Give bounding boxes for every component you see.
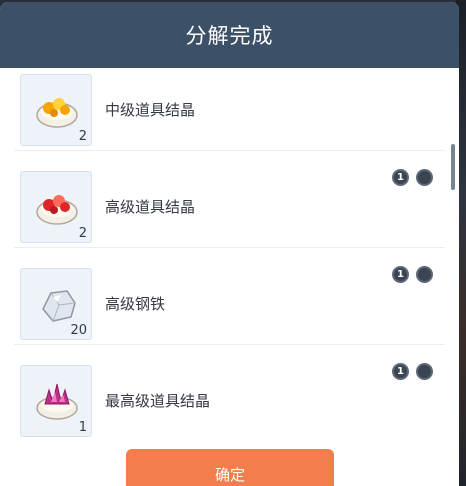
list-item: 2 高级道具结晶 1 xyxy=(14,151,445,248)
lock-badge-icon xyxy=(416,363,433,380)
dialog-header: 分解完成 xyxy=(0,2,459,68)
count-badge-icon: 1 xyxy=(392,266,409,283)
item-name: 高级钢铁 xyxy=(105,295,166,313)
item-quantity: 2 xyxy=(78,226,87,241)
list-item: 1 最高级道具结晶 1 xyxy=(14,345,445,438)
lock-badge-icon xyxy=(416,169,433,186)
result-item-list[interactable]: 2 中级道具结晶 2 高级道具结晶 1 20 高级钢铁 1 1 最高级道具结晶 … xyxy=(0,68,459,438)
confirm-button[interactable]: 确定 xyxy=(126,449,334,486)
dialog-title: 分解完成 xyxy=(185,24,274,48)
list-item: 2 中级道具结晶 xyxy=(14,68,445,151)
list-item: 20 高级钢铁 1 xyxy=(14,248,445,345)
item-quantity: 1 xyxy=(78,420,87,435)
item-name: 中级道具结晶 xyxy=(105,101,196,119)
count-badge-icon: 1 xyxy=(392,169,409,186)
item-name: 最高级道具结晶 xyxy=(105,392,211,410)
item-thumbnail[interactable]: 20 xyxy=(20,268,92,340)
item-thumbnail[interactable]: 1 xyxy=(20,365,92,437)
item-thumbnail[interactable]: 2 xyxy=(20,74,92,146)
item-badges: 1 xyxy=(392,266,433,283)
item-quantity: 20 xyxy=(70,323,87,338)
item-quantity: 2 xyxy=(78,129,87,144)
item-badges: 1 xyxy=(392,169,433,186)
item-thumbnail[interactable]: 2 xyxy=(20,171,92,243)
item-name: 高级道具结晶 xyxy=(105,198,196,216)
list-scrollbar[interactable] xyxy=(451,144,455,190)
disassemble-result-dialog: 分解完成 2 中级道具结晶 2 高级道具结晶 1 20 高级钢铁 1 1 最高级… xyxy=(0,2,459,486)
lock-badge-icon xyxy=(416,266,433,283)
count-badge-icon: 1 xyxy=(392,363,409,380)
item-badges: 1 xyxy=(392,363,433,380)
